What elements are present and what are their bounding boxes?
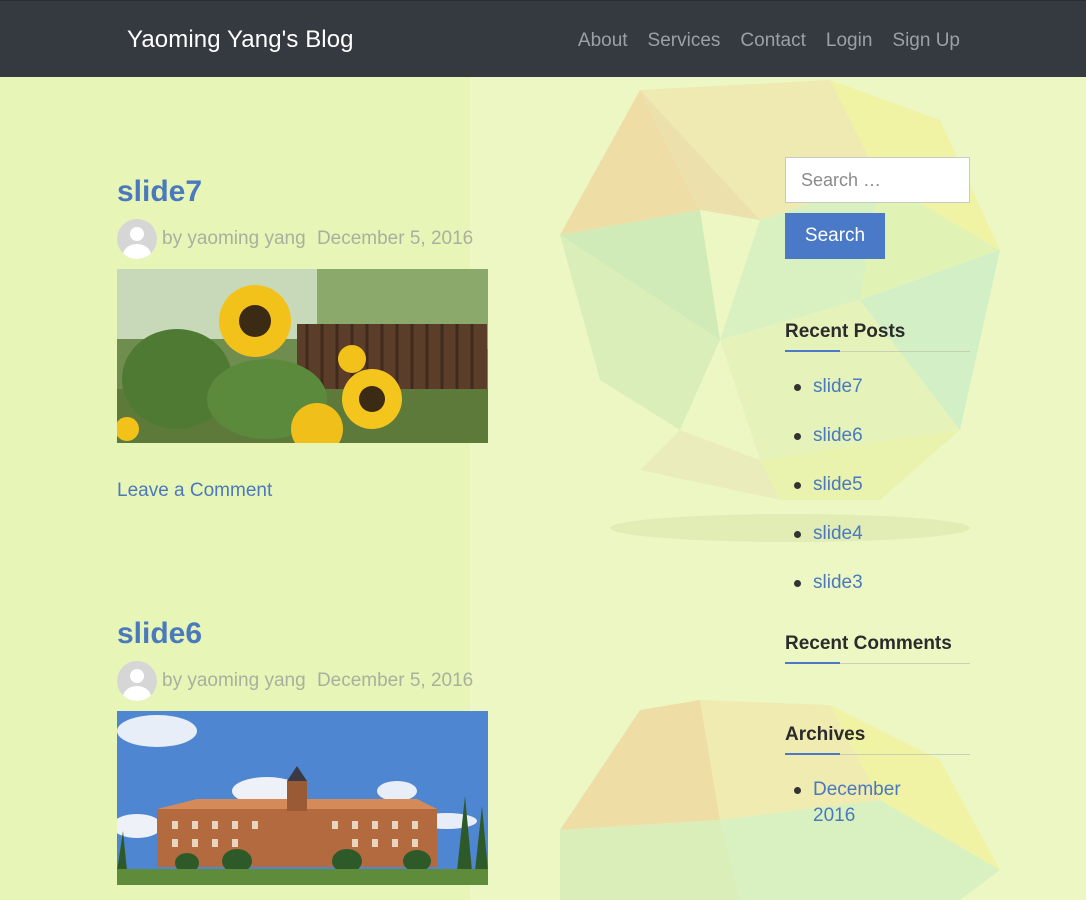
nav-link-login[interactable]: Login: [826, 30, 873, 52]
recent-post-link[interactable]: slide4: [794, 521, 970, 547]
nav-link-contact[interactable]: Contact: [740, 30, 805, 52]
post-title[interactable]: slide6: [117, 617, 497, 651]
post-author[interactable]: by yaoming yang: [162, 670, 306, 691]
post-date[interactable]: December 5, 2016: [317, 670, 473, 691]
recent-post-link[interactable]: slide5: [794, 472, 970, 498]
search-input[interactable]: [785, 157, 970, 203]
archives-list: December 2016: [785, 777, 970, 829]
recent-posts-widget: Recent Posts slide7 slide6 slide5 slide4…: [785, 321, 970, 596]
recent-post-link[interactable]: slide3: [794, 570, 970, 596]
recent-posts-list: slide7 slide6 slide5 slide4 slide3: [785, 374, 970, 596]
sidebar: Search Recent Posts slide7 slide6 slide5…: [785, 157, 970, 852]
avatar: [117, 661, 157, 701]
recent-post-link[interactable]: slide7: [794, 374, 970, 400]
recent-post-link[interactable]: slide6: [794, 423, 970, 449]
sunflower-image[interactable]: [117, 269, 488, 443]
building-image[interactable]: [117, 711, 488, 885]
archive-link[interactable]: December 2016: [794, 777, 923, 829]
recent-comments-title: Recent Comments: [785, 633, 970, 664]
post-meta: by yaoming yang December 5, 2016: [117, 661, 497, 701]
avatar: [117, 219, 157, 259]
nav-links: About Services Contact Login Sign Up: [558, 30, 960, 52]
site-brand[interactable]: Yaoming Yang's Blog: [127, 26, 354, 54]
archives-title: Archives: [785, 724, 970, 755]
post-meta: by yaoming yang December 5, 2016: [117, 219, 497, 259]
post-slide6: slide6 by yaoming yang December 5, 2016: [117, 617, 497, 885]
post-date[interactable]: December 5, 2016: [317, 228, 473, 249]
recent-posts-title: Recent Posts: [785, 321, 970, 352]
recent-comments-widget: Recent Comments: [785, 633, 970, 664]
post-title[interactable]: slide7: [117, 175, 497, 209]
top-navbar: Yaoming Yang's Blog About Services Conta…: [0, 0, 1086, 77]
post-slide7: slide7 by yaoming yang December 5, 2016: [117, 175, 497, 502]
search-button[interactable]: Search: [785, 213, 885, 259]
nav-link-about[interactable]: About: [578, 30, 628, 52]
nav-link-services[interactable]: Services: [648, 30, 721, 52]
post-author[interactable]: by yaoming yang: [162, 228, 306, 249]
nav-link-signup[interactable]: Sign Up: [892, 30, 960, 52]
archives-widget: Archives December 2016: [785, 724, 970, 829]
leave-comment-link[interactable]: Leave a Comment: [117, 480, 272, 502]
